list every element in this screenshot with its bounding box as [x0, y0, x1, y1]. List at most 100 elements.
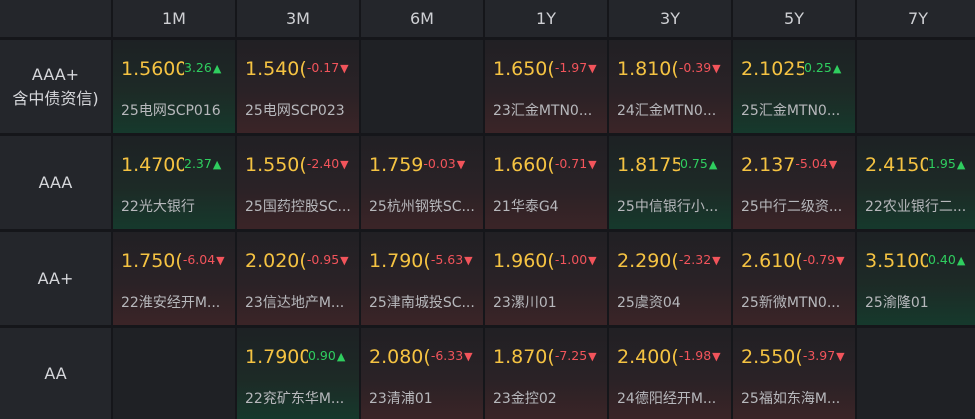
bond-cell[interactable]: 1.960(-1.00▼ 23漯川01: [485, 232, 607, 325]
change-value: 1.95▲: [928, 152, 965, 177]
bond-cell[interactable]: 1.47002.37▲ 22光大银行: [113, 136, 235, 229]
tenor-header-5y[interactable]: 5Y: [733, 0, 855, 37]
yield-matrix: 1M 3M 6M 1Y 3Y 5Y 7Y AAA+ 含中债资信) 1.56003.26▲ 25电网S…: [0, 0, 975, 419]
change-bp: -2.40: [306, 156, 340, 171]
bond-cell[interactable]: 1.650(-1.97▼ 23汇金MTN0...: [485, 40, 607, 133]
triangle-down-icon: ▼: [464, 350, 473, 363]
bond-cell[interactable]: 2.290(-2.32▼ 25虞资04: [609, 232, 731, 325]
quote-line: 2.137-5.04▼: [741, 152, 855, 177]
change-bp: -5.04: [795, 156, 828, 171]
rating-label-line: AA+: [37, 268, 74, 288]
yield-value: 2.137: [741, 154, 796, 176]
yield-value: 1.650(: [493, 58, 555, 80]
bond-cell[interactable]: 1.750(-6.04▼ 22淮安经开M...: [113, 232, 235, 325]
bond-cell[interactable]: 1.81750.75▲ 25中信银行小...: [609, 136, 731, 229]
yield-value: 2.610(: [741, 250, 803, 272]
bond-name: 23信达地产M...: [245, 295, 345, 311]
yield-value: 2.1025: [741, 58, 804, 80]
quote-line: 2.610(-0.79▼: [741, 248, 855, 273]
bond-name: 25津南城投SC...: [369, 295, 475, 311]
bond-cell[interactable]: 1.759-0.03▼ 25杭州钢铁SC...: [361, 136, 483, 229]
bond-cell[interactable]: 1.810(-0.39▼ 24汇金MTN0...: [609, 40, 731, 133]
change-bp: -5.63: [430, 252, 464, 267]
bond-cell[interactable]: 1.540(-0.17▼ 25电网SCP023: [237, 40, 359, 133]
change-bp: -6.04: [182, 252, 216, 267]
bond-cell[interactable]: 2.610(-0.79▼ 25新微MTN0...: [733, 232, 855, 325]
change-value: -2.32▼: [679, 248, 721, 273]
corner-header: [0, 0, 111, 37]
bond-name: 23漯川01: [493, 295, 557, 311]
yield-value: 1.870(: [493, 346, 555, 368]
triangle-up-icon: ▲: [956, 158, 966, 171]
bond-cell[interactable]: 2.020(-0.95▼ 23信达地产M...: [237, 232, 359, 325]
tenor-header-3m[interactable]: 3M: [237, 0, 359, 37]
triangle-down-icon: ▼: [464, 254, 473, 267]
change-value: -0.17▼: [307, 56, 349, 81]
change-bp: 1.95: [928, 156, 956, 171]
change-bp: 0.40: [928, 252, 956, 267]
change-bp: -0.79: [802, 252, 836, 267]
tenor-header-6m[interactable]: 6M: [361, 0, 483, 37]
tenor-header-3y[interactable]: 3Y: [609, 0, 731, 37]
change-value: -0.03▼: [423, 152, 465, 177]
triangle-up-icon: ▲: [212, 62, 222, 75]
bond-name: 25杭州钢铁SC...: [369, 199, 475, 215]
bond-cell[interactable]: 1.550(-2.40▼ 25国药控股SC...: [237, 136, 359, 229]
change-bp: 0.90: [308, 348, 336, 363]
yield-value: 1.8175: [617, 154, 680, 176]
bond-name: 25中信银行小...: [617, 199, 719, 215]
bond-cell[interactable]: 1.56003.26▲ 25电网SCP016: [113, 40, 235, 133]
change-bp: 0.25: [804, 60, 832, 75]
bond-name: 23汇金MTN0...: [493, 103, 593, 119]
quote-line: 3.51000.40▲: [865, 248, 975, 273]
triangle-down-icon: ▼: [340, 158, 349, 171]
bond-cell[interactable]: 1.660(-0.71▼ 21华泰G4: [485, 136, 607, 229]
change-bp: -1.98: [678, 348, 712, 363]
bond-name: 22淮安经开M...: [121, 295, 221, 311]
bond-cell[interactable]: 2.550(-3.97▼ 25福如东海M...: [733, 328, 855, 419]
quote-line: 2.41501.95▲: [865, 152, 975, 177]
yield-value: 1.7900: [245, 346, 308, 368]
change-bp: 2.37: [184, 156, 212, 171]
bond-cell[interactable]: 2.41501.95▲ 22农业银行二...: [857, 136, 975, 229]
bond-cell[interactable]: 2.137-5.04▼ 25中行二级资...: [733, 136, 855, 229]
bond-cell[interactable]: 2.10250.25▲ 25汇金MTN0...: [733, 40, 855, 133]
change-value: -0.39▼: [679, 56, 721, 81]
change-bp: -0.71: [554, 156, 588, 171]
triangle-up-icon: ▲: [336, 350, 346, 363]
quote-line: 1.56003.26▲: [121, 56, 235, 81]
change-bp: -0.39: [678, 60, 712, 75]
bond-cell[interactable]: 1.79000.90▲ 22兖矿东华M...: [237, 328, 359, 419]
change-bp: -1.00: [554, 252, 588, 267]
change-value: -5.63▼: [431, 248, 473, 273]
tenor-header-1y[interactable]: 1Y: [485, 0, 607, 37]
bond-cell[interactable]: 1.790(-5.63▼ 25津南城投SC...: [361, 232, 483, 325]
bond-name: 23金控02: [493, 391, 557, 407]
yield-value: 1.790(: [369, 250, 431, 272]
change-value: 0.75▲: [680, 152, 717, 177]
tenor-header-1m[interactable]: 1M: [113, 0, 235, 37]
quote-line: 1.960(-1.00▼: [493, 248, 607, 273]
triangle-down-icon: ▼: [588, 62, 597, 75]
change-value: 0.25▲: [804, 56, 841, 81]
quote-line: 1.79000.90▲: [245, 344, 359, 369]
quote-line: 2.290(-2.32▼: [617, 248, 731, 273]
bond-cell[interactable]: 2.080(-6.33▼ 23清浦01: [361, 328, 483, 419]
yield-value: 2.290(: [617, 250, 679, 272]
bond-cell[interactable]: 3.51000.40▲ 25渝隆01: [857, 232, 975, 325]
rating-label-text: AAA+ 含中债资信): [12, 63, 98, 111]
yield-value: 2.080(: [369, 346, 431, 368]
bond-name: 25国药控股SC...: [245, 199, 351, 215]
yield-value: 3.5100: [865, 250, 928, 272]
rating-label: AA: [0, 328, 111, 419]
tenor-header-7y[interactable]: 7Y: [857, 0, 975, 37]
rating-label: AA+: [0, 232, 111, 325]
triangle-up-icon: ▲: [708, 158, 718, 171]
bond-name: 21华泰G4: [493, 199, 559, 215]
triangle-down-icon: ▼: [340, 62, 349, 75]
quote-line: 1.750(-6.04▼: [121, 248, 235, 273]
bond-cell[interactable]: 1.870(-7.25▼ 23金控02: [485, 328, 607, 419]
change-value: 3.26▲: [184, 56, 221, 81]
rating-label: AAA: [0, 136, 111, 229]
bond-cell[interactable]: 2.400(-1.98▼ 24德阳经开M...: [609, 328, 731, 419]
